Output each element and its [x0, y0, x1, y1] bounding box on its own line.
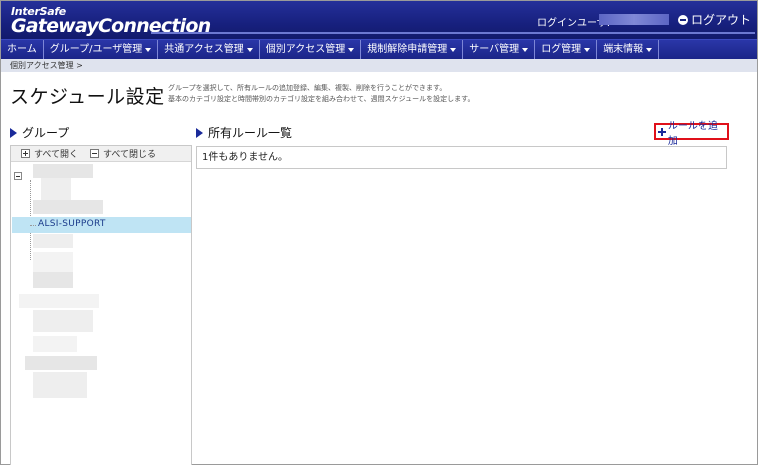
- plus-icon: [658, 127, 666, 136]
- collapse-icon: [90, 149, 100, 158]
- description-line-1: グループを選択して、所有ルールの追加登録、編集、複製、削除を行うことができます。: [168, 84, 447, 92]
- nav-terminal-info[interactable]: 端末情報: [597, 40, 660, 59]
- logo-underline: [151, 32, 755, 34]
- tree-node-redacted[interactable]: [33, 164, 93, 178]
- nav-server-mgmt[interactable]: サーバ管理: [463, 40, 536, 59]
- logout-label: ログアウト: [691, 13, 752, 27]
- page-title: スケジュール設定: [10, 86, 165, 108]
- breadcrumb: 個別アクセス管理 >: [1, 59, 757, 72]
- nav-label: グループ/ユーザ管理: [49, 44, 143, 55]
- selected-group-label: ALSI-SUPPORT: [38, 219, 106, 229]
- rules-list-empty: 1件もありません。: [196, 146, 727, 169]
- chevron-down-icon: [584, 47, 591, 52]
- tree-node-redacted[interactable]: [33, 272, 73, 288]
- tree-node-redacted[interactable]: [33, 336, 77, 352]
- nav-label: 共通アクセス管理: [164, 44, 244, 55]
- nav-common-access-mgmt[interactable]: 共通アクセス管理: [158, 40, 260, 59]
- group-tree-panel: すべて開く すべて閉じる ALSI-SUPPORT: [10, 145, 192, 465]
- tree-node-redacted[interactable]: [33, 372, 87, 398]
- nav-unblock-request-mgmt[interactable]: 規制解除申請管理: [361, 40, 464, 59]
- collapse-all-button[interactable]: すべて閉じる: [90, 147, 156, 160]
- chevron-down-icon: [145, 47, 152, 52]
- triangle-right-icon: [10, 127, 17, 138]
- tree-node-redacted[interactable]: [25, 356, 97, 370]
- expand-icon: [21, 149, 30, 158]
- expand-all-label: すべて開く: [34, 150, 79, 160]
- expand-all-button[interactable]: すべて開く: [21, 147, 78, 160]
- tree-toolbar: すべて開く すべて閉じる: [11, 146, 191, 162]
- add-rule-button[interactable]: ルールを追加: [654, 121, 729, 147]
- chevron-down-icon: [646, 47, 653, 52]
- logout-icon: [678, 14, 688, 25]
- nav-label: サーバ管理: [469, 44, 520, 55]
- logout-link[interactable]: ログアウト: [678, 11, 751, 28]
- chevron-down-icon: [522, 47, 529, 52]
- nav-label: ログ管理: [541, 44, 582, 55]
- rules-section-title: 所有ルール一覧: [196, 124, 292, 141]
- nav-group-user-mgmt[interactable]: グループ/ユーザ管理: [44, 40, 159, 59]
- tree-node-redacted[interactable]: [33, 200, 103, 214]
- tree-branch-line: [30, 225, 36, 226]
- nav-label: 個別アクセス管理: [265, 44, 346, 55]
- tree-collapse-toggle[interactable]: [14, 172, 22, 180]
- app-header: InterSafe GatewayConnection ログインユーザ: ログア…: [1, 1, 757, 39]
- login-user-name-redacted: [599, 14, 669, 25]
- main-nav: ホーム グループ/ユーザ管理 共通アクセス管理 個別アクセス管理 規制解除申請管…: [1, 39, 757, 59]
- tree-node-redacted[interactable]: [41, 178, 71, 200]
- nav-log-mgmt[interactable]: ログ管理: [535, 40, 598, 59]
- description-line-2: 基本のカテゴリ設定と時間帯別のカテゴリ設定を組み合わせて、週間スケジュールを設定…: [168, 95, 475, 103]
- rules-title-label: 所有ルール一覧: [208, 126, 293, 140]
- nav-label: 端末情報: [603, 44, 644, 55]
- chevron-down-icon: [450, 47, 457, 52]
- tree-node-redacted[interactable]: [33, 310, 93, 332]
- group-title-label: グループ: [22, 126, 70, 140]
- triangle-right-icon: [196, 127, 203, 138]
- tree-node-redacted[interactable]: [33, 234, 73, 248]
- page-description: グループを選択して、所有ルールの追加登録、編集、複製、削除を行うことができます。…: [168, 83, 474, 105]
- chevron-down-icon: [246, 47, 253, 52]
- nav-label: 規制解除申請管理: [367, 44, 448, 55]
- group-section-title: グループ: [10, 124, 69, 141]
- nav-label: ホーム: [7, 44, 37, 55]
- collapse-all-label: すべて閉じる: [103, 150, 157, 160]
- nav-individual-access-mgmt[interactable]: 個別アクセス管理: [260, 40, 362, 59]
- chevron-down-icon: [348, 47, 355, 52]
- nav-home[interactable]: ホーム: [1, 40, 44, 59]
- add-rule-label: ルールを追加: [667, 120, 718, 147]
- tree-node-redacted[interactable]: [19, 294, 99, 308]
